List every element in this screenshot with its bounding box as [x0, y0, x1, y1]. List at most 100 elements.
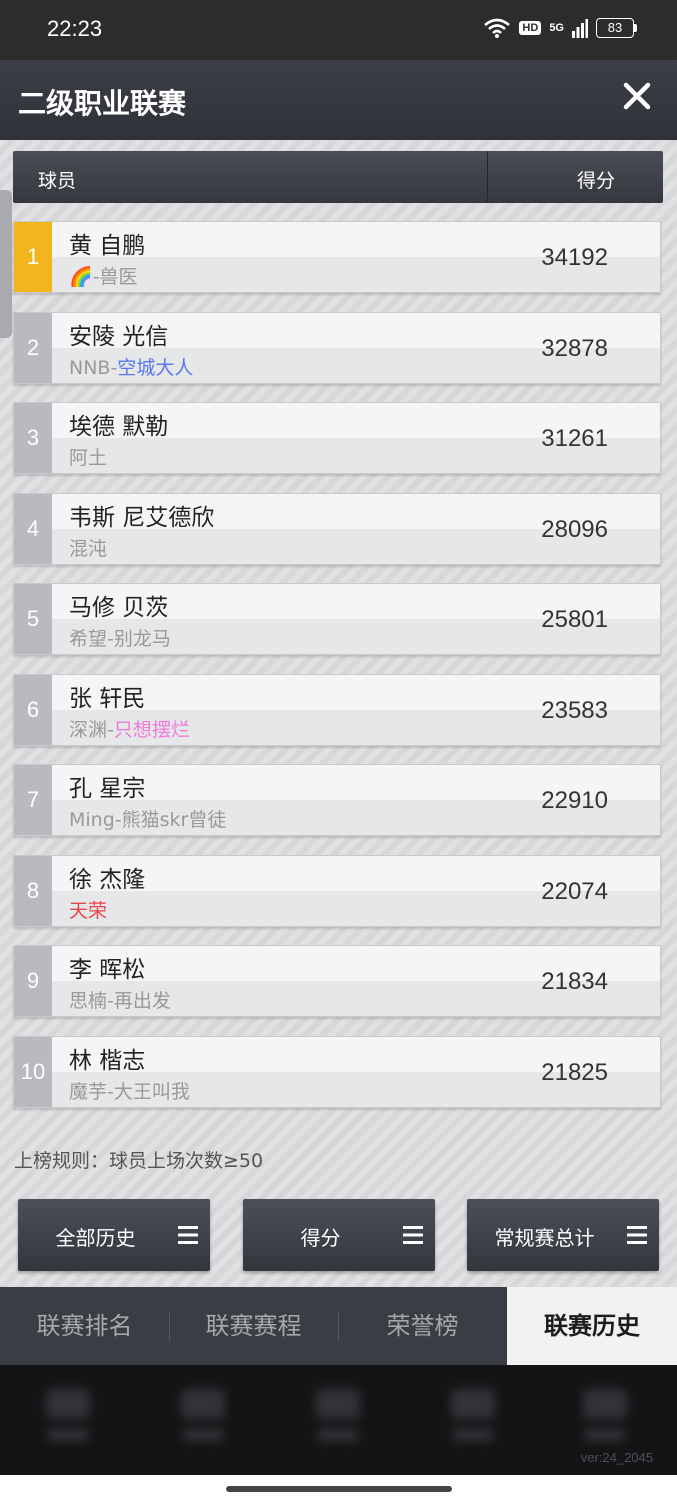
rank-number: 2 [14, 313, 52, 383]
team-highlight: 天荣 [69, 900, 108, 922]
column-score: 得分 [576, 170, 615, 192]
battery-icon: 83 [596, 18, 637, 38]
player-name: 马修 贝茨 [69, 595, 169, 621]
rank-number: 8 [14, 856, 52, 926]
rank-number: 9 [14, 946, 52, 1016]
page-title: 二级职业联赛 [18, 87, 187, 120]
player-team: Ming-熊猫skr曾徒 [69, 805, 226, 832]
leaderboard-row[interactable]: 8 徐 杰隆 天荣 22074 [13, 855, 661, 927]
stat-filter-button[interactable]: 得分 [243, 1199, 435, 1271]
tab-league-schedule[interactable]: 联赛赛程 [169, 1287, 338, 1365]
leaderboard-row[interactable]: 4 韦斯 尼艾德欣混沌 28096 [13, 493, 661, 565]
player-team: NNB-空城大人 [69, 353, 193, 380]
stat-filter-label: 得分 [300, 1226, 341, 1250]
rank-number: 3 [14, 403, 52, 473]
player-name: 林 楷志 [69, 1048, 146, 1074]
player-name: 黄 自鹏 [69, 233, 146, 259]
player-name: 安陵 光信 [69, 324, 169, 350]
player-team: 🌈-兽医 [69, 262, 138, 289]
column-player: 球员 [38, 170, 77, 192]
menu-icon [627, 1226, 647, 1244]
rank-number: 6 [14, 675, 52, 745]
version-label: ver:24_2045 [580, 1450, 653, 1465]
leaderboard-row[interactable]: 2 安陵 光信 NNB-空城大人 32878 [13, 312, 661, 384]
rank-number: 1 [14, 222, 52, 292]
player-team: 希望-别龙马 [69, 624, 171, 651]
team-suffix: 混沌 [69, 538, 108, 560]
team-suffix: 思楠-再出发 [69, 990, 171, 1012]
blurred-nav-icon [448, 1389, 498, 1449]
leaderboard-row[interactable]: 9 李 晖松思楠-再出发 21834 [13, 945, 661, 1017]
signal-icon [572, 19, 588, 38]
player-score: 21834 [541, 968, 608, 995]
rank-number: 5 [14, 584, 52, 654]
rank-number: 4 [14, 494, 52, 564]
network-label: 5G [549, 22, 564, 34]
hd-badge: HD [519, 21, 542, 35]
rank-number: 7 [14, 765, 52, 835]
tab-honor-board[interactable]: 荣誉榜 [338, 1287, 507, 1365]
team-prefix: 🌈- [69, 266, 100, 288]
close-icon[interactable] [619, 78, 655, 114]
player-score: 25801 [541, 606, 608, 633]
player-team: 深渊-只想摆烂 [69, 715, 190, 742]
player-team: 阿土 [69, 443, 107, 470]
team-highlight: 空城大人 [117, 357, 194, 379]
player-score: 22910 [541, 787, 608, 814]
blurred-nav-icon [580, 1389, 630, 1449]
player-name: 韦斯 尼艾德欣 [69, 505, 215, 531]
background-nav-blurred [0, 1365, 677, 1475]
season-filter-label: 常规赛总计 [494, 1226, 595, 1250]
history-filter-label: 全部历史 [55, 1226, 136, 1250]
title-bar: 二级职业联赛 [0, 60, 677, 140]
table-header: 球员 得分 [13, 151, 663, 203]
status-time: 22:23 [47, 16, 103, 41]
player-name: 孔 星宗 [69, 776, 146, 802]
team-suffix: 希望-别龙马 [69, 628, 171, 650]
blurred-nav-icon [43, 1389, 93, 1449]
status-icons: HD 5G 83 [483, 17, 637, 39]
player-score: 23583 [541, 697, 608, 724]
player-score: 28096 [541, 516, 608, 543]
leaderboard-row[interactable]: 6 张 轩民深渊-只想摆烂 23583 [13, 674, 661, 746]
tab-league-history[interactable]: 联赛历史 [507, 1287, 677, 1365]
leaderboard-row[interactable]: 5 马修 贝茨希望-别龙马 25801 [13, 583, 661, 655]
tab-league-ranking[interactable]: 联赛排名 [0, 1287, 169, 1365]
home-indicator[interactable] [226, 1486, 452, 1492]
system-nav-bar [0, 1475, 677, 1504]
wifi-icon [484, 18, 511, 38]
blurred-nav-icon [313, 1389, 363, 1449]
history-filter-button[interactable]: 全部历史 [18, 1199, 210, 1271]
player-name: 李 晖松 [69, 957, 146, 983]
leaderboard-row[interactable]: 3 埃德 默勒阿土 31261 [13, 402, 661, 474]
player-score: 34192 [541, 244, 608, 271]
menu-icon [178, 1226, 198, 1244]
team-suffix: 阿土 [69, 447, 108, 469]
player-score: 32878 [541, 335, 608, 362]
player-name: 徐 杰隆 [69, 867, 146, 893]
team-prefix: NNB- [69, 357, 118, 379]
season-filter-button[interactable]: 常规赛总计 [467, 1199, 659, 1271]
blurred-nav-icon [178, 1389, 228, 1449]
team-prefix: 深渊- [69, 719, 114, 741]
team-suffix: 魔芋-大王叫我 [69, 1081, 190, 1103]
player-team: 混沌 [69, 534, 107, 561]
player-team: 魔芋-大王叫我 [69, 1077, 190, 1104]
player-team: 思楠-再出发 [69, 986, 171, 1013]
player-score: 31261 [541, 425, 608, 452]
team-highlight: 只想摆烂 [113, 719, 190, 741]
leaderboard-row[interactable]: 1 黄 自鹏 🌈-兽医 34192 [13, 221, 661, 293]
status-bar: 22:23 HD 5G 83 [0, 0, 677, 60]
battery-level: 83 [596, 18, 634, 38]
player-name: 张 轩民 [69, 686, 146, 712]
menu-icon [403, 1226, 423, 1244]
leaderboard-row[interactable]: 10 林 楷志魔芋-大王叫我 21825 [13, 1036, 661, 1108]
team-suffix: Ming-熊猫skr曾徒 [69, 809, 227, 831]
side-drawer-handle[interactable] [0, 190, 12, 338]
team-suffix: 兽医 [99, 266, 138, 288]
rank-number: 10 [14, 1037, 52, 1107]
player-team: 天荣 [69, 896, 107, 923]
player-name: 埃德 默勒 [69, 414, 169, 440]
leaderboard-row[interactable]: 7 孔 星宗 Ming-熊猫skr曾徒 22910 [13, 764, 661, 836]
player-score: 21825 [541, 1059, 608, 1086]
